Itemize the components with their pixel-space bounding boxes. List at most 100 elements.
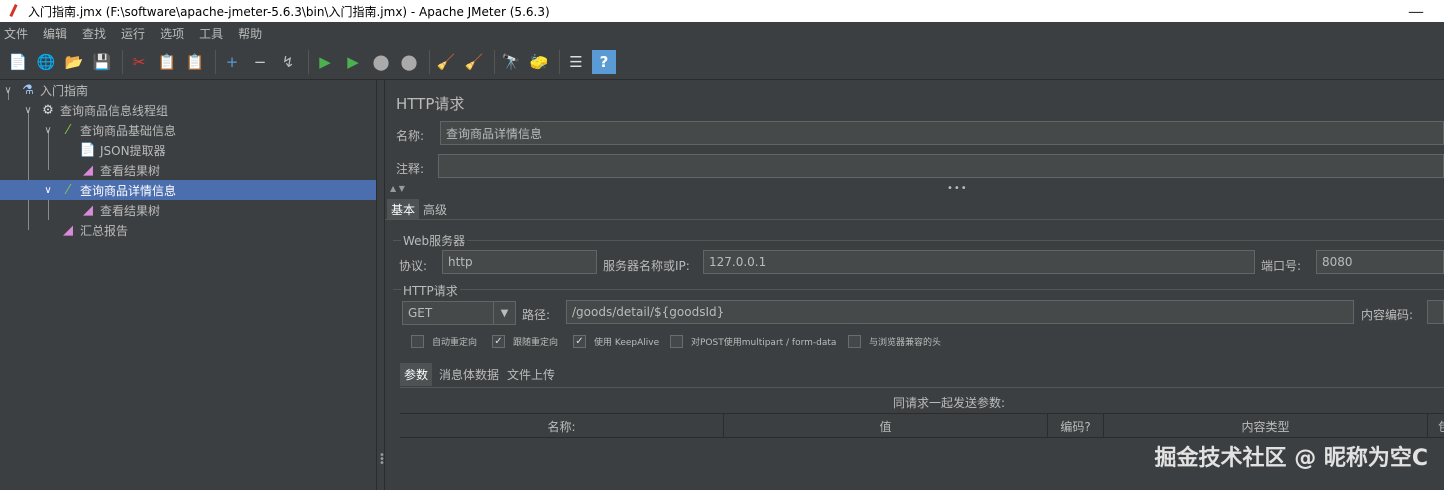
column-encode[interactable]: 编码? xyxy=(1048,414,1104,438)
collapse-arrows-icon[interactable]: ▲ ▼ xyxy=(390,184,405,193)
chevron-down-icon[interactable]: ∨ xyxy=(42,125,54,136)
tree-node-label: 入门指南 xyxy=(40,83,89,98)
flask-icon: ⚗ xyxy=(22,82,34,98)
toolbar-separator xyxy=(494,49,495,74)
horizontal-splitter-grip[interactable]: ••• xyxy=(947,183,968,194)
minimize-button[interactable]: — xyxy=(1408,2,1424,21)
copy-icon[interactable]: 📋 xyxy=(155,50,179,74)
menu-item[interactable]: 文件 xyxy=(4,25,28,42)
templates-icon[interactable]: 🌐 xyxy=(34,50,58,74)
vertical-splitter[interactable]: • • • xyxy=(377,80,385,490)
http-request-panel: HTTP请求 名称: 查询商品详情信息 注释: ▲ ▼ ••• 基本 高级 We… xyxy=(385,80,1444,490)
start-icon[interactable]: ▶ xyxy=(313,50,337,74)
tab-advanced[interactable]: 高级 xyxy=(419,199,451,220)
path-field[interactable]: /goods/detail/${goodsId} xyxy=(566,300,1354,324)
name-field[interactable]: 查询商品详情信息 xyxy=(440,121,1444,145)
tree-node[interactable]: ∨ ⁄ 查询商品详情信息 xyxy=(0,180,376,200)
toolbar-separator xyxy=(215,49,216,74)
jmeter-feather-icon xyxy=(6,4,20,18)
test-plan-tree: ∨ ⚗ 入门指南 ∨ ⚙ 查询商品信息线程组 ∨ ⁄ 查询商品基础信息 📄 JSON提取器 ◢ 查看结果… xyxy=(0,80,377,490)
group-border xyxy=(393,240,1444,241)
tree-node[interactable]: 📄 JSON提取器 xyxy=(0,140,376,160)
tab-file-upload[interactable]: 文件上传 xyxy=(503,363,559,386)
toolbar-separator xyxy=(308,49,309,74)
toolbar: 📄 🌐 📂 💾 ✂ 📋 📋 + − ↯ ▶ ▶ ⬤ ⬤ 🧹 🧹 🔭 🧽 ☰? xyxy=(0,44,1444,80)
tree-node-label: 查询商品基础信息 xyxy=(80,123,177,138)
tab-parameters[interactable]: 参数 xyxy=(400,363,433,386)
menu-item[interactable]: 选项 xyxy=(160,25,184,42)
new-icon[interactable]: 📄 xyxy=(6,50,30,74)
tab-body-data[interactable]: 消息体数据 xyxy=(435,363,503,386)
start-no-pause-icon[interactable]: ▶ xyxy=(341,50,365,74)
chevron-down-icon[interactable]: ∨ xyxy=(42,185,54,196)
toolbar-separator xyxy=(559,49,560,74)
option-checkbox[interactable]: ✓ 跟随重定向 xyxy=(492,335,558,348)
http-request-group-label: HTTP请求 xyxy=(401,282,460,299)
checkbox-box[interactable] xyxy=(848,335,861,348)
tree-node[interactable]: ∨ ⁄ 查询商品基础信息 xyxy=(0,120,376,140)
protocol-label: 协议: xyxy=(399,259,428,273)
path-label: 路径: xyxy=(522,308,551,322)
expand-icon[interactable]: + xyxy=(220,50,244,74)
tab-basic[interactable]: 基本 xyxy=(387,199,420,220)
checkmark-icon[interactable]: ✓ xyxy=(573,335,586,348)
shutdown-icon[interactable]: ⬤ xyxy=(397,50,421,74)
menu-item[interactable]: 运行 xyxy=(121,25,145,42)
stop-icon[interactable]: ⬤ xyxy=(369,50,393,74)
server-field[interactable]: 127.0.0.1 xyxy=(703,250,1255,274)
protocol-field[interactable]: http xyxy=(442,250,597,274)
window-title: 入门指南.jmx (F:\software\apache-jmeter-5.6.… xyxy=(28,4,550,19)
chart-icon: ◢ xyxy=(63,222,73,238)
pipette-icon: ⁄ xyxy=(66,182,70,198)
menu-item[interactable]: 工具 xyxy=(199,25,223,42)
cut-icon[interactable]: ✂ xyxy=(127,50,151,74)
tree-node[interactable]: ◢ 查看结果树 xyxy=(0,200,376,220)
checkmark-icon[interactable]: ✓ xyxy=(492,335,505,348)
save-icon[interactable]: 💾 xyxy=(90,50,114,74)
tree-node[interactable]: ◢ 汇总报告 xyxy=(0,220,376,240)
option-checkbox[interactable]: 与浏览器兼容的头 xyxy=(848,335,941,348)
chevron-down-icon[interactable]: ▼ xyxy=(493,302,515,324)
option-checkbox[interactable]: 自动重定向 xyxy=(411,335,477,348)
comment-field[interactable] xyxy=(438,154,1444,178)
paste-icon[interactable]: 📋 xyxy=(183,50,207,74)
params-table-header: 名称: 值 编码? 内容类型 包 xyxy=(400,413,1444,438)
column-value[interactable]: 值 xyxy=(724,414,1048,438)
method-select[interactable]: GET ▼ xyxy=(402,301,516,325)
checkbox-box[interactable] xyxy=(411,335,424,348)
help-icon[interactable]: ? xyxy=(592,49,616,74)
option-checkbox[interactable]: ✓ 使用 KeepAlive xyxy=(573,335,659,348)
checkbox-label: 对POST使用multipart / form-data xyxy=(691,338,837,348)
tree-node[interactable]: ◢ 查看结果树 xyxy=(0,160,376,180)
checkbox-box[interactable] xyxy=(670,335,683,348)
checkbox-label: 与浏览器兼容的头 xyxy=(869,338,942,348)
column-include[interactable]: 包 xyxy=(1428,414,1444,438)
collapse-icon[interactable]: − xyxy=(248,50,272,74)
reset-search-icon[interactable]: 🧽 xyxy=(527,50,551,74)
tree-node-label: 汇总报告 xyxy=(80,223,129,238)
toggle-icon[interactable]: ↯ xyxy=(276,50,300,74)
pipette-icon: ⁄ xyxy=(66,122,70,138)
port-label: 端口号: xyxy=(1261,259,1302,273)
open-icon[interactable]: 📂 xyxy=(62,50,86,74)
chart-icon: ◢ xyxy=(83,202,93,218)
column-name[interactable]: 名称: xyxy=(400,414,724,438)
chevron-down-icon[interactable]: ∨ xyxy=(2,85,14,96)
tree-node[interactable]: ∨ ⚗ 入门指南 xyxy=(0,80,376,100)
tree-node-label: 查询商品详情信息 xyxy=(80,183,177,198)
tree-node-label: 查看结果树 xyxy=(100,203,161,218)
search-icon[interactable]: 🔭 xyxy=(499,50,523,74)
clear-icon[interactable]: 🧹 xyxy=(434,50,458,74)
menu-item[interactable]: 编辑 xyxy=(43,25,67,42)
column-content-type[interactable]: 内容类型 xyxy=(1104,414,1428,438)
menu-item[interactable]: 帮助 xyxy=(238,25,262,42)
chevron-down-icon[interactable]: ∨ xyxy=(22,105,34,116)
function-helper-icon[interactable]: ☰ xyxy=(564,50,588,74)
clear-all-icon[interactable]: 🧹 xyxy=(462,50,486,74)
menu-item[interactable]: 查找 xyxy=(82,25,106,42)
option-checkbox[interactable]: 对POST使用multipart / form-data xyxy=(670,335,836,348)
tree-node[interactable]: ∨ ⚙ 查询商品信息线程组 xyxy=(0,100,376,120)
port-field[interactable]: 8080 xyxy=(1316,250,1444,274)
encoding-field[interactable] xyxy=(1427,300,1444,324)
tree-node-label: 查询商品信息线程组 xyxy=(60,103,169,118)
